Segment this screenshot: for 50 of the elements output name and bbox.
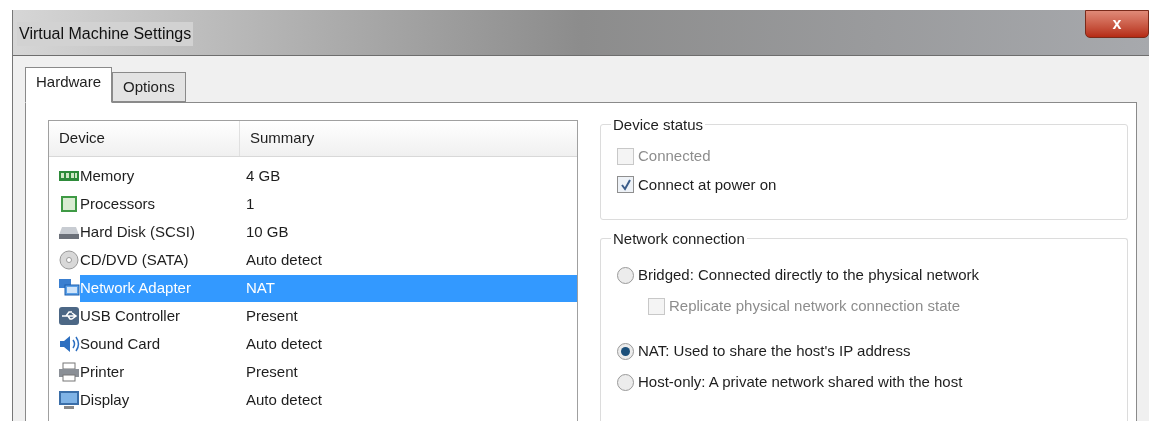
checkbox-label: Connected bbox=[638, 146, 711, 166]
speaker-icon bbox=[58, 334, 80, 354]
monitor-icon bbox=[58, 390, 80, 410]
device-row[interactable]: Processors 1 bbox=[80, 190, 577, 218]
device-summary: Present bbox=[246, 361, 298, 382]
device-summary: 4 GB bbox=[246, 165, 281, 186]
window-title: Virtual Machine Settings bbox=[17, 22, 194, 46]
tab[interactable]: Hardware bbox=[25, 67, 113, 103]
disc-icon bbox=[58, 250, 80, 270]
radio-button[interactable] bbox=[617, 267, 634, 284]
checkbox[interactable] bbox=[617, 176, 634, 194]
column-header[interactable]: Device bbox=[49, 121, 240, 156]
device-name: USB Controller bbox=[80, 305, 182, 326]
device-name: Display bbox=[80, 389, 131, 410]
device-name: Memory bbox=[80, 165, 136, 186]
device-row[interactable]: USB Controller Present bbox=[80, 302, 577, 330]
radio-button[interactable] bbox=[617, 343, 634, 360]
device-name: Printer bbox=[80, 361, 126, 382]
tab[interactable]: Options bbox=[112, 72, 186, 102]
device-row[interactable]: Hard Disk (SCSI) 10 GB bbox=[80, 218, 577, 246]
device-row[interactable]: Display Auto detect bbox=[80, 386, 577, 414]
checkbox-label: Connect at power on bbox=[638, 174, 777, 195]
device-summary: Auto detect bbox=[246, 333, 322, 354]
device-name: CD/DVD (SATA) bbox=[80, 249, 190, 270]
printer-icon bbox=[58, 362, 80, 382]
radio-label: Host-only: A private network shared with the host bbox=[638, 372, 963, 393]
device-name: Network Adapter bbox=[80, 277, 192, 298]
device-summary: 1 bbox=[246, 193, 255, 214]
checkbox-label: Replicate physical network connection state bbox=[669, 296, 960, 317]
processor-icon bbox=[58, 194, 80, 214]
checkmark-icon bbox=[619, 178, 632, 191]
device-row[interactable]: CD/DVD (SATA) Auto detect bbox=[80, 246, 577, 274]
device-name: Sound Card bbox=[80, 333, 162, 354]
device-summary: NAT bbox=[246, 277, 275, 298]
close-button[interactable]: x bbox=[1085, 10, 1149, 38]
device-summary: Auto detect bbox=[246, 389, 322, 410]
device-name: Hard Disk (SCSI) bbox=[80, 221, 196, 242]
network-computers-icon bbox=[58, 278, 80, 298]
radio-label: Bridged: Connected directly to the physical network bbox=[638, 265, 979, 286]
device-summary: Auto detect bbox=[246, 249, 322, 270]
device-name: Processors bbox=[80, 193, 157, 214]
radio-label: NAT: Used to share the host's IP address bbox=[638, 341, 911, 362]
usb-icon bbox=[58, 306, 80, 326]
radio-button[interactable] bbox=[617, 374, 634, 391]
device-summary: Present bbox=[246, 305, 298, 326]
device-row[interactable]: Printer Present bbox=[80, 358, 577, 386]
device-row[interactable]: Sound Card Auto detect bbox=[80, 330, 577, 358]
column-header[interactable]: Summary bbox=[240, 121, 315, 156]
device-summary: 10 GB bbox=[246, 221, 289, 242]
device-row[interactable]: Memory 4 GB bbox=[80, 162, 577, 190]
